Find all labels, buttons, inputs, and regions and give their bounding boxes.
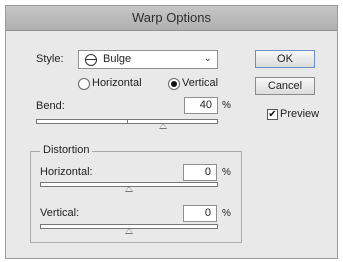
- style-label: Style:: [36, 53, 64, 65]
- preview-checkbox[interactable]: ✔: [267, 109, 278, 120]
- bend-slider-thumb[interactable]: [159, 123, 168, 129]
- bend-slider-track[interactable]: [36, 119, 218, 124]
- bulge-icon: [85, 54, 97, 66]
- title-bar[interactable]: Warp Options: [6, 6, 337, 31]
- horizontal-distortion-unit: %: [222, 167, 231, 178]
- bend-label: Bend:: [36, 100, 65, 112]
- bend-slider-center-tick: [127, 119, 128, 124]
- checkmark-icon: ✔: [268, 109, 277, 120]
- cancel-button[interactable]: Cancel: [255, 77, 315, 95]
- vertical-radio-label[interactable]: Vertical: [182, 77, 218, 89]
- vertical-distortion-field[interactable]: 0: [183, 205, 217, 222]
- horizontal-radio-label[interactable]: Horizontal: [92, 77, 142, 89]
- chevron-down-icon: ⌄: [203, 53, 212, 64]
- dialog-title: Warp Options: [132, 10, 211, 25]
- bend-value-field[interactable]: 40: [184, 97, 218, 114]
- vertical-distortion-slider-thumb[interactable]: [125, 228, 133, 234]
- horizontal-distortion-slider-thumb[interactable]: [125, 186, 133, 192]
- vertical-distortion-unit: %: [222, 208, 231, 219]
- horizontal-radio[interactable]: [78, 78, 90, 90]
- preview-label[interactable]: Preview: [280, 108, 319, 120]
- vertical-distortion-label: Vertical:: [40, 207, 80, 219]
- distortion-group-title: Distortion: [40, 144, 93, 156]
- bend-unit: %: [222, 100, 231, 111]
- vertical-radio[interactable]: [168, 78, 180, 90]
- horizontal-distortion-label: Horizontal:: [40, 166, 93, 178]
- style-select-value: Bulge: [103, 53, 132, 65]
- horizontal-distortion-field[interactable]: 0: [183, 164, 217, 181]
- ok-button[interactable]: OK: [255, 50, 315, 68]
- style-select[interactable]: Bulge ⌄: [78, 50, 218, 69]
